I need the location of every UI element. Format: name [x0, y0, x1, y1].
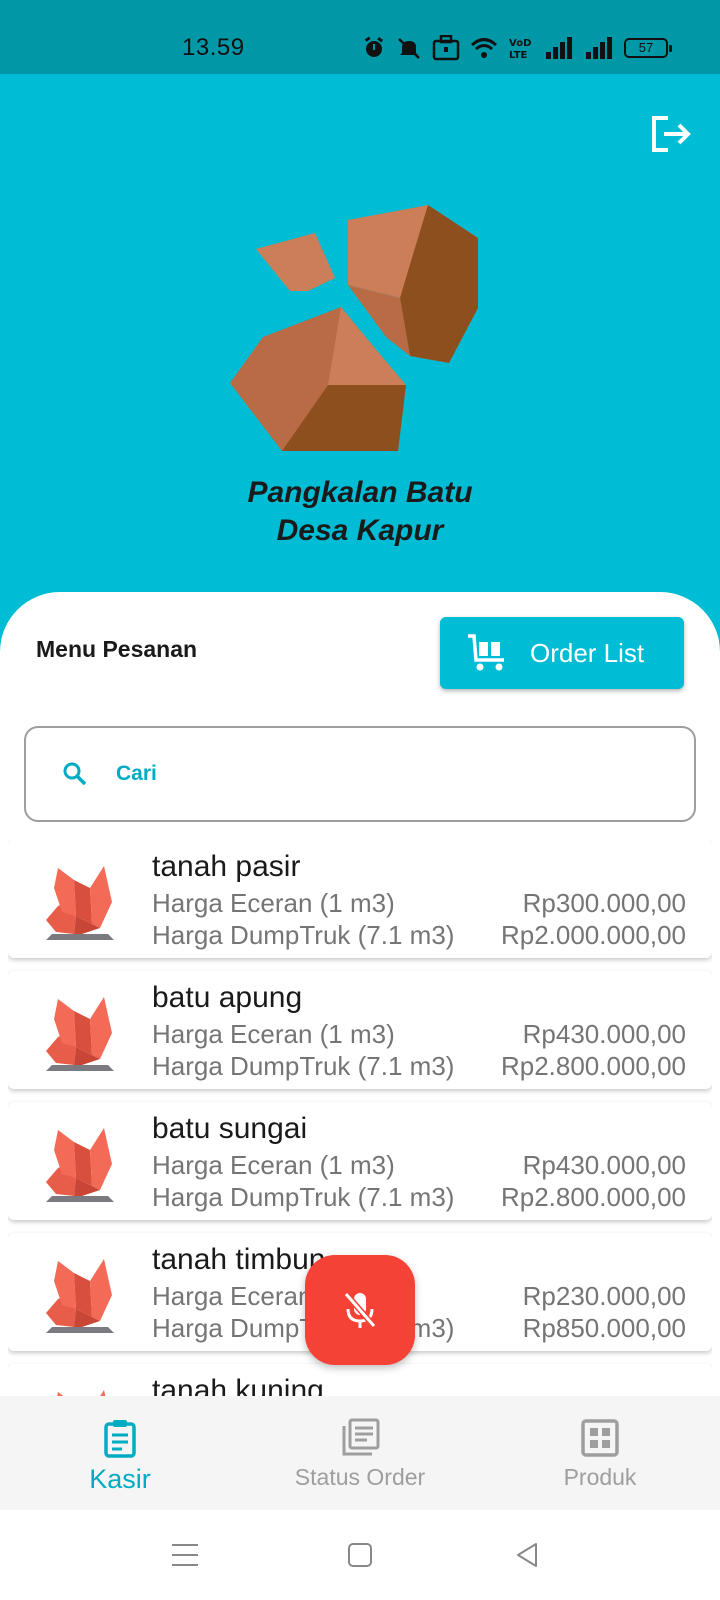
truck-price: Rp2.000.000,00	[500, 920, 686, 950]
product-name: batu sungai	[152, 1112, 308, 1145]
retail-price: Rp430.000,00	[522, 1150, 686, 1180]
product-card[interactable]: tanah kuning	[8, 1364, 712, 1396]
back-icon[interactable]	[512, 1540, 542, 1570]
order-list-button[interactable]: Order List	[440, 617, 684, 689]
volte-icon: VoDLTE	[509, 38, 531, 61]
retail-price: Rp430.000,00	[522, 1019, 686, 1049]
mic-off-button[interactable]	[305, 1255, 415, 1365]
grid-icon	[581, 1419, 619, 1457]
product-name: tanah kuning	[152, 1374, 324, 1396]
logout-icon	[652, 116, 691, 152]
logout-button[interactable]	[646, 110, 694, 158]
crystal-icon	[46, 1259, 114, 1333]
signal-icon	[546, 37, 572, 59]
search-icon	[63, 762, 87, 786]
home-icon[interactable]	[345, 1540, 375, 1570]
product-card[interactable]: batu apung Harga Eceran (1 m3) Rp430.000…	[8, 971, 712, 1089]
retail-price-row: Harga Eceran (1 m3) Rp430.000,00	[152, 1019, 686, 1050]
truck-label: Harga DumpTruk (7.1 m3)	[152, 920, 455, 950]
crystal-icon	[46, 1128, 114, 1202]
retail-price-row: Harga Eceran (1 m3) Rp430.000,00	[152, 1150, 686, 1181]
nav-label-kasir: Kasir	[89, 1464, 151, 1494]
menu-icon[interactable]	[170, 1540, 200, 1570]
truck-label: Harga DumpTruk (7.1 m3)	[152, 1051, 455, 1081]
app-name-line2: Desa Kapur	[276, 514, 444, 547]
nav-item-kasir[interactable]: Kasir	[0, 1396, 240, 1510]
product-card[interactable]: tanah pasir Harga Eceran (1 m3) Rp300.00…	[8, 840, 712, 958]
product-card[interactable]: batu sungai Harga Eceran (1 m3) Rp430.00…	[8, 1102, 712, 1220]
product-name: tanah timbun	[152, 1243, 326, 1276]
clipboard-icon	[104, 1420, 136, 1458]
app-name: Pangkalan Batu Desa Kapur	[0, 474, 720, 550]
retail-label: Harga Eceran (1 m3)	[152, 1150, 395, 1180]
nav-label-produk: Produk	[563, 1464, 637, 1490]
truck-label: Harga DumpTruk (7.1 m3)	[152, 1182, 455, 1212]
status-bar: 13.59 VoD LTE 57	[0, 0, 720, 74]
wifi-icon	[470, 38, 498, 58]
menu-title: Menu Pesanan	[36, 636, 198, 662]
truck-price: Rp850.000,00	[522, 1313, 686, 1343]
search-box[interactable]	[24, 726, 696, 822]
rock-logo-icon	[230, 205, 478, 451]
system-nav-bar	[0, 1510, 720, 1600]
crystal-icon	[57, 1390, 106, 1396]
mic-off-icon	[343, 1292, 377, 1328]
briefcase-icon	[432, 35, 460, 61]
retail-price: Rp230.000,00	[522, 1281, 686, 1311]
status-icons: VoD LTE 57	[362, 34, 672, 62]
news-icon	[342, 1418, 380, 1456]
retail-label: Harga Eceran (1 m3)	[152, 888, 395, 918]
truck-price: Rp2.800.000,00	[500, 1182, 686, 1212]
crystal-icon	[46, 866, 114, 940]
retail-price-row: Harga Eceran (1 m3) Rp300.000,00	[152, 888, 686, 919]
truck-price: Rp2.800.000,00	[500, 1051, 686, 1081]
mute-icon	[398, 38, 420, 59]
order-list-label: Order List	[530, 637, 645, 668]
search-input[interactable]	[116, 762, 636, 786]
signal-icon	[586, 37, 612, 59]
truck-price-row: Harga DumpTruk (7.1 m3) Rp2.800.000,00	[152, 1182, 686, 1213]
nav-item-status-order[interactable]: Status Order	[240, 1396, 480, 1510]
alarm-icon	[364, 36, 384, 57]
app-name-line1: Pangkalan Batu	[247, 476, 473, 509]
truck-price-row: Harga DumpTruk (7.1 m3) Rp2.000.000,00	[152, 920, 686, 951]
product-name: batu apung	[152, 981, 303, 1014]
nav-label-status-order: Status Order	[294, 1464, 426, 1490]
battery-level: 57	[638, 40, 654, 55]
bottom-nav: Kasir Status Order Produk	[0, 1396, 720, 1510]
retail-price: Rp300.000,00	[522, 888, 686, 918]
svg-text:LTE: LTE	[509, 50, 528, 61]
crystal-icon	[46, 997, 114, 1071]
retail-price-row: Harga Eceran (1 m3) Rp230.000,00	[152, 1281, 686, 1312]
nav-item-produk[interactable]: Produk	[480, 1396, 720, 1510]
battery-icon: 57	[624, 38, 672, 58]
retail-label: Harga Eceran (1 m3)	[152, 1019, 395, 1049]
product-name: tanah pasir	[152, 850, 301, 883]
svg-text:VoD: VoD	[509, 38, 531, 49]
cart-icon	[468, 634, 504, 671]
truck-price-row: Harga DumpTruk (7.1 m3) Rp850.000,00	[152, 1313, 686, 1344]
status-time: 13.59	[182, 34, 245, 61]
truck-price-row: Harga DumpTruk (7.1 m3) Rp2.800.000,00	[152, 1051, 686, 1082]
